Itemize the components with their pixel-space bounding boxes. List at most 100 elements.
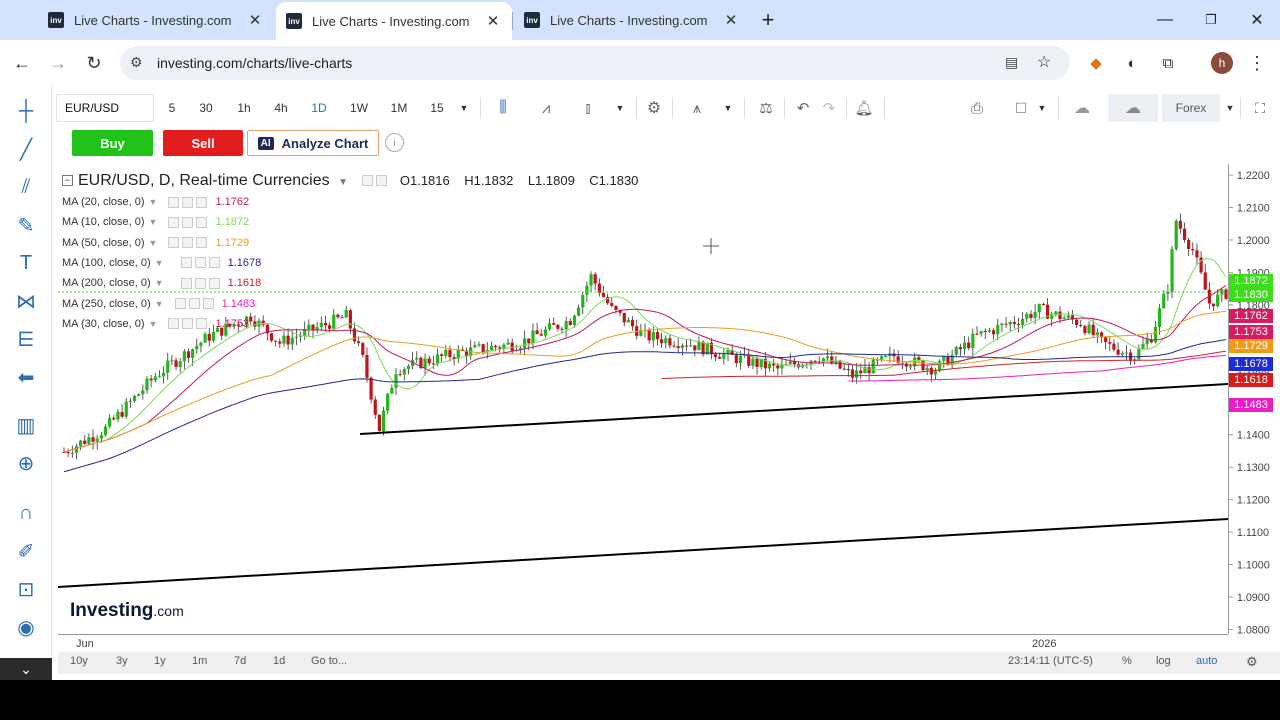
candles-icon[interactable]: ⫼ [492, 94, 514, 122]
puzzle-extensions-icon[interactable]: ⧉ [1155, 50, 1181, 76]
forward-arrow-icon[interactable]: → [45, 50, 71, 76]
metamask-extension-icon[interactable]: ◆ [1083, 50, 1109, 76]
info-icon[interactable]: i [385, 133, 404, 152]
restore-icon[interactable]: ❐ [1188, 0, 1234, 40]
menu-kebab-icon[interactable]: ⋮ [1244, 50, 1270, 76]
ma-dropdown-icon[interactable]: ▼ [149, 319, 158, 329]
cloud-upload-icon[interactable]: ☁ [1108, 94, 1158, 122]
interval-dropdown-icon[interactable]: ▼ [456, 94, 472, 122]
ma-remove-icon[interactable] [196, 196, 208, 208]
close-tab-icon[interactable]: ✕ [484, 12, 502, 30]
percent-toggle[interactable]: % [1122, 655, 1132, 667]
profile-avatar[interactable]: h [1211, 52, 1233, 74]
ma-eye-icon[interactable] [168, 216, 180, 228]
ma-remove-icon[interactable] [208, 277, 220, 289]
interval-1h[interactable]: 1h [232, 94, 256, 122]
ma-remove-icon[interactable] [196, 237, 208, 249]
collapse-legend-icon[interactable]: − [62, 175, 73, 187]
interval-1w[interactable]: 1W [346, 94, 372, 122]
time-axis[interactable]: Jun 2026 [58, 634, 1228, 652]
ma-remove-icon[interactable] [196, 318, 208, 330]
collapse-chevron-icon[interactable]: ⌄ [0, 658, 52, 680]
ma-eye-icon[interactable] [168, 318, 180, 330]
trend-line-icon[interactable]: ╱ [13, 136, 39, 162]
lower-trendline[interactable] [58, 518, 1228, 588]
ma-eye-icon[interactable] [180, 277, 192, 289]
range-10y[interactable]: 10y [70, 655, 88, 667]
buy-button[interactable]: Buy [72, 130, 153, 156]
bookmark-star-icon[interactable]: ☆ [1037, 52, 1051, 72]
compare-scales-icon[interactable]: ⚖ [754, 94, 778, 122]
ma-legend-row[interactable]: MA (250, close, 0) ▼ 1.1483 [62, 298, 255, 310]
line-chart-icon[interactable]: ⩘ [534, 94, 558, 122]
undo-icon[interactable]: ↶ [792, 94, 814, 122]
close-tab-icon[interactable]: ✕ [722, 11, 740, 29]
axis-settings-gear-icon[interactable]: ⚙ [1246, 654, 1258, 670]
ma-eye-icon[interactable] [174, 298, 186, 310]
support-trendline[interactable] [359, 383, 1228, 435]
ma-settings-icon[interactable] [188, 298, 200, 310]
indicators-icon[interactable]: ▥ [13, 412, 39, 438]
visibility-eye-icon[interactable]: ◉ [13, 614, 39, 640]
interval-15[interactable]: 15 [426, 94, 448, 122]
crosshair-icon[interactable]: ┼ [13, 98, 39, 124]
symbol-input[interactable]: EUR/USD [56, 94, 154, 122]
new-tab-icon[interactable]: + [745, 0, 791, 40]
layout-dropdown-icon[interactable]: ▼ [1034, 94, 1050, 122]
brush-icon[interactable]: ✎ [13, 212, 39, 238]
extension-icon[interactable]: ◐ [1119, 50, 1145, 76]
window-close-icon[interactable]: ✕ [1234, 0, 1280, 40]
auto-toggle[interactable]: auto [1196, 655, 1217, 667]
chart-type-dropdown-icon[interactable]: ▼ [612, 94, 628, 122]
market-dropdown-icon[interactable]: ▼ [1222, 94, 1238, 122]
cloud-download-icon[interactable]: ☁ [1066, 94, 1098, 122]
translate-icon[interactable]: ▤ [1005, 54, 1018, 71]
ma-settings-icon[interactable] [182, 196, 194, 208]
ma-settings-icon[interactable] [194, 277, 206, 289]
magnet-icon[interactable]: ∩ [13, 500, 39, 526]
ma-dropdown-icon[interactable]: ▼ [155, 278, 164, 288]
ma-legend-row[interactable]: MA (200, close, 0) ▼ 1.1618 [62, 277, 261, 289]
ma-legend-row[interactable]: MA (30, close, 0) ▼ 1.1753 [62, 318, 249, 330]
ma-remove-icon[interactable] [196, 216, 208, 228]
text-tool-icon[interactable]: T [13, 250, 39, 276]
ma-legend-row[interactable]: MA (50, close, 0) ▼ 1.1729 [62, 237, 249, 249]
ma-remove-icon[interactable] [202, 298, 214, 310]
indicators-dropdown-icon[interactable]: ▼ [720, 94, 736, 122]
ma-legend-row[interactable]: MA (10, close, 0) ▼ 1.1872 [62, 216, 249, 228]
legend-eye-icon[interactable] [362, 175, 374, 187]
fib-tool-icon[interactable]: ⫽ [13, 174, 39, 200]
range-1m[interactable]: 1m [192, 655, 207, 667]
indicators-toolbar-icon[interactable]: ⩚ [684, 94, 710, 122]
interval-5[interactable]: 5 [162, 94, 182, 122]
range-7d[interactable]: 7d [234, 655, 246, 667]
omnibox[interactable]: ⚙ investing.com/charts/live-charts ▤ ☆ [120, 46, 1070, 80]
site-settings-icon[interactable]: ⚙ [130, 54, 143, 71]
ma-remove-icon[interactable] [208, 257, 220, 269]
settings-gear-icon[interactable]: ⚙ [642, 94, 666, 122]
range-1y[interactable]: 1y [154, 655, 166, 667]
ma-settings-icon[interactable] [182, 318, 194, 330]
range-3y[interactable]: 3y [116, 655, 128, 667]
browser-tab-active[interactable]: inv Live Charts - Investing.com ✕ [276, 2, 512, 40]
log-toggle[interactable]: log [1156, 655, 1171, 667]
lock-icon[interactable]: ⊡ [13, 576, 39, 602]
layout-square-icon[interactable]: ☐ [1010, 94, 1032, 122]
ma-settings-icon[interactable] [182, 216, 194, 228]
camera-snapshot-icon[interactable]: ⎙ [964, 94, 990, 122]
goto-date[interactable]: Go to... [311, 655, 347, 667]
legend-settings-icon[interactable] [376, 175, 388, 187]
ma-dropdown-icon[interactable]: ▼ [155, 258, 164, 268]
close-tab-icon[interactable]: ✕ [246, 11, 264, 29]
pattern-tool-icon[interactable]: ⋈ [13, 288, 39, 314]
analyze-chart-button[interactable]: AI Analyze Chart [247, 130, 379, 156]
sell-button[interactable]: Sell [163, 130, 243, 156]
lock-drawing-icon[interactable]: ✐ [13, 538, 39, 564]
url-text[interactable]: investing.com/charts/live-charts [157, 55, 352, 71]
reload-icon[interactable]: ↻ [81, 50, 107, 76]
ma-eye-icon[interactable] [168, 237, 180, 249]
ma-dropdown-icon[interactable]: ▼ [149, 238, 158, 248]
moving-average-line[interactable] [63, 284, 1227, 453]
ma-legend-row[interactable]: MA (100, close, 0) ▼ 1.1678 [62, 257, 261, 269]
interval-1m[interactable]: 1M [386, 94, 412, 122]
